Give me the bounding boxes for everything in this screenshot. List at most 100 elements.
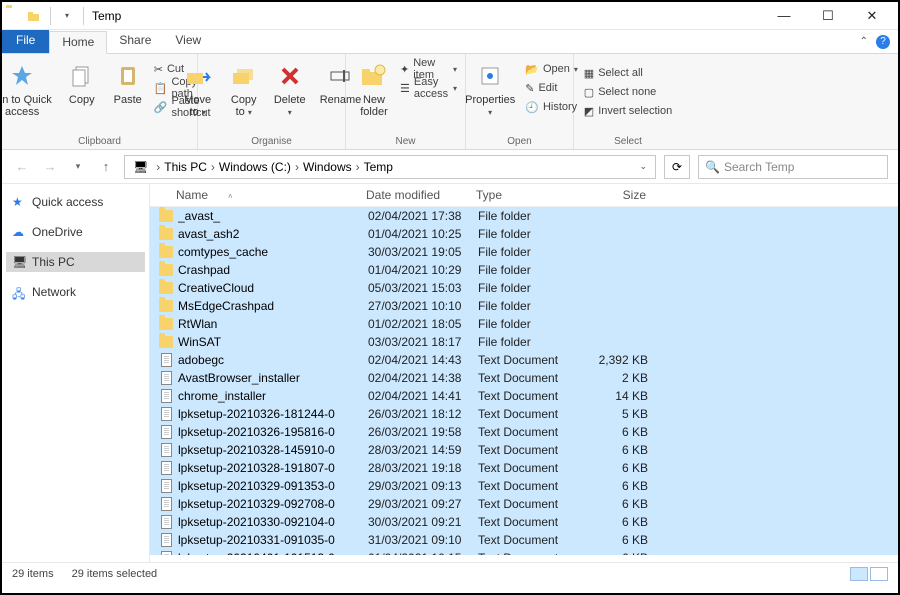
bc-segment[interactable]: Temp <box>364 160 393 174</box>
properties-button[interactable]: Properties▾ <box>461 58 519 121</box>
ribbon-collapse-icon[interactable]: ⌃ <box>860 36 868 47</box>
open-button[interactable]: 📂Open ▾ <box>525 60 578 78</box>
sidebar-onedrive[interactable]: ☁OneDrive <box>6 222 145 242</box>
file-size: 6 KB <box>578 443 648 457</box>
file-row[interactable]: lpksetup-20210328-145910-028/03/2021 14:… <box>150 441 898 459</box>
file-menu[interactable]: File <box>2 30 49 53</box>
invert-selection-button[interactable]: ◩Invert selection <box>584 102 672 120</box>
sparkle-icon: ✦ <box>400 63 409 76</box>
file-size: 6 KB <box>578 425 648 439</box>
col-name[interactable]: Name˄ <box>176 188 366 202</box>
open-icon: 📂 <box>525 63 539 76</box>
maximize-button[interactable]: ☐ <box>806 2 850 30</box>
sidebar-this-pc[interactable]: 🖥This PC <box>6 252 145 272</box>
file-row[interactable]: lpksetup-20210328-191807-028/03/2021 19:… <box>150 459 898 477</box>
file-row[interactable]: RtWlan01/02/2021 18:05File folder <box>150 315 898 333</box>
file-size: 6 KB <box>578 551 648 555</box>
file-name: lpksetup-20210331-091035-0 <box>178 533 368 547</box>
file-row[interactable]: _avast_02/04/2021 17:38File folder <box>150 207 898 225</box>
access-icon: ☰ <box>400 82 410 95</box>
breadcrumb-history-icon[interactable]: ⌄ <box>639 161 651 172</box>
file-row[interactable]: lpksetup-20210326-181244-026/03/2021 18:… <box>150 405 898 423</box>
file-type: Text Document <box>478 407 578 421</box>
delete-button[interactable]: Delete▾ <box>270 58 310 121</box>
file-row[interactable]: lpksetup-20210326-195816-026/03/2021 19:… <box>150 423 898 441</box>
new-folder-button[interactable]: New folder <box>354 58 394 120</box>
folder-icon <box>158 280 174 296</box>
file-date: 26/03/2021 19:58 <box>368 425 478 439</box>
search-input[interactable]: 🔍 Search Temp <box>698 155 888 179</box>
file-name: avast_ash2 <box>178 227 368 241</box>
history-icon: 🕘 <box>525 101 539 114</box>
copy-to-button[interactable]: Copy to ▾ <box>224 58 264 121</box>
history-button[interactable]: 🕘History <box>525 98 578 116</box>
file-row[interactable]: chrome_installer02/04/2021 14:41Text Doc… <box>150 387 898 405</box>
nav-recent-dropdown[interactable]: ▾ <box>68 161 88 172</box>
status-bar: 29 items 29 items selected <box>2 562 898 584</box>
tab-share[interactable]: Share <box>107 30 163 53</box>
bc-segment[interactable]: Windows <box>303 160 352 174</box>
col-date[interactable]: Date modified <box>366 188 476 202</box>
bc-segment[interactable]: This PC <box>164 160 207 174</box>
file-row[interactable]: AvastBrowser_installer02/04/2021 14:38Te… <box>150 369 898 387</box>
file-row[interactable]: MsEdgeCrashpad27/03/2021 10:10File folde… <box>150 297 898 315</box>
qat-dropdown-icon[interactable]: ▾ <box>59 8 75 24</box>
close-button[interactable]: ✕ <box>850 2 894 30</box>
file-date: 30/03/2021 09:21 <box>368 515 478 529</box>
file-list[interactable]: _avast_02/04/2021 17:38File folderavast_… <box>150 207 898 555</box>
file-row[interactable]: lpksetup-20210330-092104-030/03/2021 09:… <box>150 513 898 531</box>
col-type[interactable]: Type <box>476 188 576 202</box>
pin-quick-access-button[interactable]: Pin to Quick access <box>0 58 56 120</box>
file-name: MsEdgeCrashpad <box>178 299 368 313</box>
file-date: 05/03/2021 15:03 <box>368 281 478 295</box>
text-file-icon <box>158 550 174 555</box>
ribbon: Pin to Quick access Copy Paste ✂Cut 📋Cop… <box>2 54 898 150</box>
file-date: 02/04/2021 14:38 <box>368 371 478 385</box>
file-type: Text Document <box>478 371 578 385</box>
tab-view[interactable]: View <box>163 30 213 53</box>
file-row[interactable]: lpksetup-20210401-101513-001/04/2021 10:… <box>150 549 898 555</box>
text-file-icon <box>158 406 174 422</box>
copy-button[interactable]: Copy <box>62 58 102 120</box>
file-row[interactable]: comtypes_cache30/03/2021 19:05File folde… <box>150 243 898 261</box>
sidebar-quick-access[interactable]: ★Quick access <box>6 192 145 212</box>
help-icon[interactable]: ? <box>876 35 890 49</box>
easy-access-button[interactable]: ☰Easy access ▾ <box>400 79 457 97</box>
folder-icon <box>158 298 174 314</box>
file-name: RtWlan <box>178 317 368 331</box>
select-all-button[interactable]: ▦Select all <box>584 64 672 82</box>
edit-icon: ✎ <box>525 82 534 95</box>
thumbnail-view-button[interactable] <box>870 567 888 581</box>
file-row[interactable]: avast_ash201/04/2021 10:25File folder <box>150 225 898 243</box>
file-row[interactable]: WinSAT03/03/2021 18:17File folder <box>150 333 898 351</box>
nav-forward-button[interactable]: → <box>40 159 60 174</box>
column-headers[interactable]: Name˄ Date modified Type Size <box>150 184 898 207</box>
file-row[interactable]: CreativeCloud05/03/2021 15:03File folder <box>150 279 898 297</box>
nav-up-button[interactable]: ↑ <box>96 159 116 174</box>
tab-home[interactable]: Home <box>49 31 107 54</box>
col-size[interactable]: Size <box>576 188 646 202</box>
details-view-button[interactable] <box>850 567 868 581</box>
folder-icon <box>158 262 174 278</box>
file-row[interactable]: lpksetup-20210329-091353-029/03/2021 09:… <box>150 477 898 495</box>
sidebar-network[interactable]: 🖧Network <box>6 282 145 302</box>
file-row[interactable]: lpksetup-20210331-091035-031/03/2021 09:… <box>150 531 898 549</box>
ribbon-tabs: File Home Share View ⌃ ? <box>2 30 898 54</box>
edit-button[interactable]: ✎Edit <box>525 79 578 97</box>
path-icon: 📋 <box>154 82 168 95</box>
paste-button[interactable]: Paste <box>108 58 148 120</box>
select-none-button[interactable]: ▢Select none <box>584 83 672 101</box>
file-row[interactable]: lpksetup-20210329-092708-029/03/2021 09:… <box>150 495 898 513</box>
file-row[interactable]: Crashpad01/04/2021 10:29File folder <box>150 261 898 279</box>
nav-back-button[interactable]: ← <box>12 159 32 174</box>
move-to-button[interactable]: Move to ▾ <box>178 58 218 121</box>
breadcrumb[interactable]: 🖥 This PC Windows (C:) Windows Temp ⌄ <box>124 155 656 179</box>
file-size: 14 KB <box>578 389 648 403</box>
minimize-button[interactable]: — <box>762 2 806 30</box>
pc-icon: 🖥 <box>133 160 148 174</box>
bc-segment[interactable]: Windows (C:) <box>219 160 291 174</box>
qat-new-folder-icon[interactable] <box>26 8 42 24</box>
refresh-button[interactable]: ⟳ <box>664 155 690 179</box>
file-row[interactable]: adobegc02/04/2021 14:43Text Document2,39… <box>150 351 898 369</box>
file-type: File folder <box>478 281 578 295</box>
